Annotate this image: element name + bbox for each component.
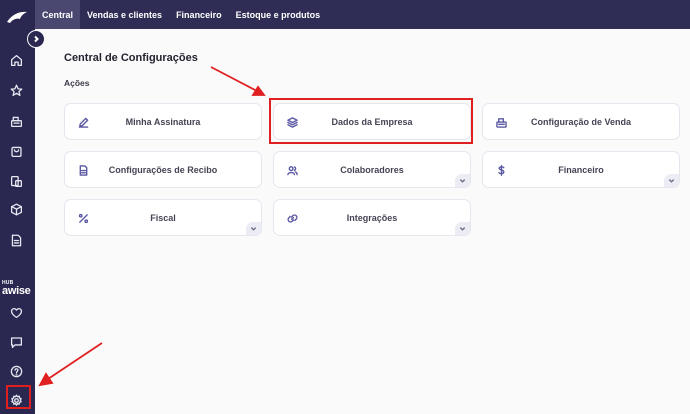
card-minha-assinatura[interactable]: Minha Assinatura	[64, 103, 262, 140]
receipt-icon	[77, 164, 89, 176]
home-icon[interactable]	[8, 52, 24, 68]
pencil-icon	[77, 116, 89, 128]
expand-sidebar-button[interactable]	[27, 30, 45, 48]
bag-icon[interactable]	[8, 143, 24, 159]
help-icon[interactable]	[8, 363, 24, 379]
top-navigation: Central Vendas e clientes Financeiro Est…	[35, 0, 690, 29]
chat-icon[interactable]	[8, 334, 24, 350]
page-title: Central de Configurações	[64, 52, 198, 64]
chevron-down-icon[interactable]	[455, 222, 470, 235]
card-label: Minha Assinatura	[125, 116, 201, 127]
card-integracoes[interactable]: Integrações	[273, 199, 471, 236]
file-icon[interactable]	[8, 232, 24, 248]
card-label: Configurações de Recibo	[108, 164, 218, 175]
chevron-down-icon[interactable]	[455, 174, 470, 187]
tab-estoque-e-produtos[interactable]: Estoque e produtos	[229, 0, 328, 29]
card-fiscal[interactable]: Fiscal	[64, 199, 262, 236]
chevron-down-icon[interactable]	[246, 222, 261, 235]
card-colaboradores[interactable]: Colaboradores	[273, 151, 471, 188]
brand-bird-logo[interactable]	[6, 10, 28, 26]
chevron-right-icon	[34, 35, 39, 43]
highlight-box-gear	[6, 385, 31, 409]
register-icon	[495, 116, 507, 128]
box-icon[interactable]	[8, 201, 24, 217]
tab-financeiro[interactable]: Financeiro	[169, 0, 229, 29]
section-label-acoes: Ações	[64, 78, 90, 88]
hub-awise-logo: HUB awise	[2, 280, 34, 297]
arrow-to-dados-da-empresa	[210, 66, 258, 92]
card-label: Integrações	[346, 212, 398, 223]
link-icon	[286, 212, 298, 224]
tab-central[interactable]: Central	[35, 0, 81, 29]
star-icon[interactable]	[8, 82, 24, 98]
hub-logo-big: awise	[2, 285, 31, 297]
arrow-to-gear	[47, 342, 103, 380]
highlight-box-dados-da-empresa	[269, 98, 473, 144]
heart-icon[interactable]	[8, 304, 24, 320]
sidebar: HUB awise	[0, 0, 35, 414]
card-label: Fiscal	[150, 212, 176, 223]
card-financeiro[interactable]: Financeiro	[482, 151, 680, 188]
users-icon	[286, 164, 298, 176]
card-label: Colaboradores	[340, 164, 404, 175]
card-label: Financeiro	[558, 164, 604, 175]
card-label: Configuração de Venda	[530, 116, 632, 127]
chevron-down-icon[interactable]	[664, 174, 679, 187]
dollar-icon	[495, 164, 507, 176]
arrow-head-top	[251, 85, 266, 96]
card-configuracao-de-venda[interactable]: Configuração de Venda	[482, 103, 680, 140]
documents-icon[interactable]	[8, 173, 24, 189]
arrow-head-bottom	[38, 372, 54, 387]
card-configuracoes-de-recibo[interactable]: Configurações de Recibo	[64, 151, 262, 188]
percent-icon	[77, 212, 89, 224]
cash-register-icon[interactable]	[8, 113, 24, 129]
tab-vendas-e-clientes[interactable]: Vendas e clientes	[80, 0, 169, 29]
